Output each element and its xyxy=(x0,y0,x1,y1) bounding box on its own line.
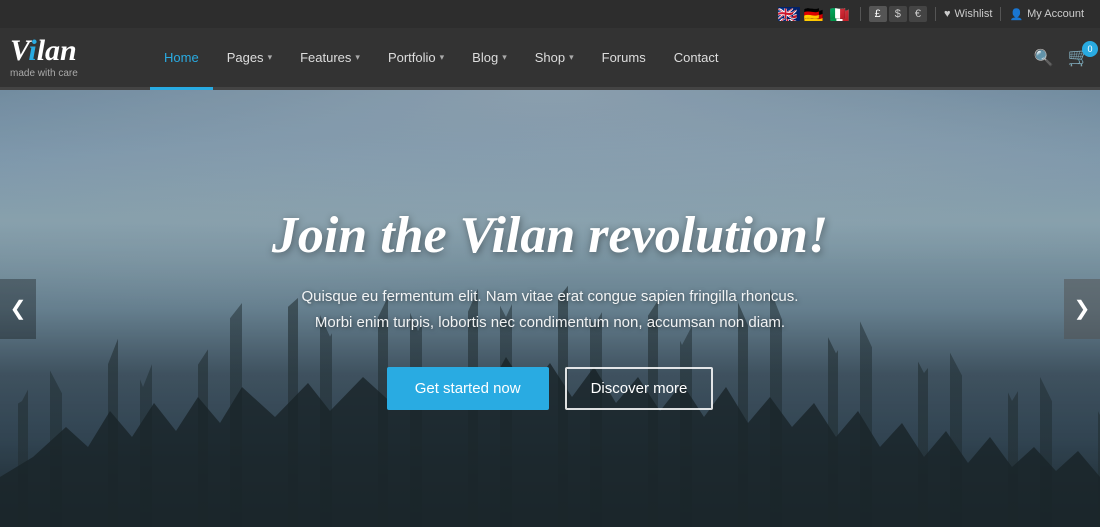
chevron-down-icon-3: ▾ xyxy=(440,52,445,63)
nav-right: 🔍 🛒 0 xyxy=(1034,47,1090,68)
nav-item-home[interactable]: Home xyxy=(150,28,213,90)
flag-it[interactable]: 🇮🇹 xyxy=(830,7,852,21)
discover-more-button[interactable]: Discover more xyxy=(565,367,714,410)
account-link[interactable]: 👤 My Account xyxy=(1009,8,1084,21)
cart-badge: 0 xyxy=(1082,41,1098,57)
search-button[interactable]: 🔍 xyxy=(1034,48,1054,68)
nav-home-label: Home xyxy=(164,50,199,65)
currency-eur[interactable]: € xyxy=(909,6,927,22)
chevron-down-icon-5: ▾ xyxy=(569,52,574,63)
nav-item-pages[interactable]: Pages ▾ xyxy=(213,27,286,89)
hero-subtitle-line2: Morbi enim turpis, lobortis nec condimen… xyxy=(315,314,785,331)
flag-de[interactable]: 🇩🇪 xyxy=(804,7,826,21)
nav-blog-label: Blog xyxy=(472,50,498,65)
flag-uk[interactable]: 🇬🇧 xyxy=(778,7,800,21)
hero-title: Join the Vilan revolution! xyxy=(272,207,828,264)
nav-portfolio-label: Portfolio xyxy=(388,50,436,65)
wishlist-label: Wishlist xyxy=(955,8,993,20)
hero-section: ❮ Join the Vilan revolution! Quisque eu … xyxy=(0,90,1100,527)
chevron-down-icon-2: ▾ xyxy=(355,52,360,63)
nav-forums-label: Forums xyxy=(602,50,646,65)
hero-buttons: Get started now Discover more xyxy=(272,367,828,410)
heart-icon: ♥ xyxy=(944,8,951,20)
hero-next-button[interactable]: ❯ xyxy=(1064,279,1100,339)
nav-pages-label: Pages xyxy=(227,50,264,65)
utility-bar: 🇬🇧 🇩🇪 🇮🇹 £ $ € ♥ Wishlist 👤 My Account xyxy=(0,0,1100,28)
nav-item-forums[interactable]: Forums xyxy=(588,27,660,89)
nav-item-contact[interactable]: Contact xyxy=(660,27,733,89)
chevron-right-icon: ❯ xyxy=(1074,296,1091,321)
currency-gbp[interactable]: £ xyxy=(869,6,887,22)
currency-usd[interactable]: $ xyxy=(889,6,907,22)
hero-content: Join the Vilan revolution! Quisque eu fe… xyxy=(252,187,848,430)
wishlist-link[interactable]: ♥ Wishlist xyxy=(944,8,992,20)
person-icon: 👤 xyxy=(1009,8,1023,21)
divider-1 xyxy=(860,7,861,21)
chevron-down-icon-4: ▾ xyxy=(502,52,507,63)
nav-contact-label: Contact xyxy=(674,50,719,65)
nav-item-blog[interactable]: Blog ▾ xyxy=(458,27,521,89)
nav-shop-label: Shop xyxy=(535,50,565,65)
nav-item-features[interactable]: Features ▾ xyxy=(286,27,374,89)
logo-text: Vilan xyxy=(10,36,130,66)
hero-subtitle-line1: Quisque eu fermentum elit. Nam vitae era… xyxy=(302,288,799,305)
nav-item-portfolio[interactable]: Portfolio ▾ xyxy=(374,27,458,89)
divider-3 xyxy=(1000,7,1001,21)
hero-prev-button[interactable]: ❮ xyxy=(0,279,36,339)
nav-items: Home Pages ▾ Features ▾ Portfolio ▾ Blog… xyxy=(150,27,1034,89)
logo-tagline: made with care xyxy=(10,68,130,79)
chevron-left-icon: ❮ xyxy=(10,296,27,321)
nav-features-label: Features xyxy=(300,50,351,65)
main-nav: Vilan made with care Home Pages ▾ Featur… xyxy=(0,28,1100,90)
hero-subtitle: Quisque eu fermentum elit. Nam vitae era… xyxy=(272,284,828,335)
currency-group: £ $ € xyxy=(869,6,927,22)
account-label: My Account xyxy=(1027,8,1084,20)
nav-item-shop[interactable]: Shop ▾ xyxy=(521,27,588,89)
logo[interactable]: Vilan made with care xyxy=(10,36,130,79)
language-flags: 🇬🇧 🇩🇪 🇮🇹 xyxy=(778,7,852,21)
get-started-button[interactable]: Get started now xyxy=(387,367,549,410)
chevron-down-icon: ▾ xyxy=(268,52,273,63)
cart-button[interactable]: 🛒 0 xyxy=(1068,47,1090,68)
divider-2 xyxy=(935,7,936,21)
